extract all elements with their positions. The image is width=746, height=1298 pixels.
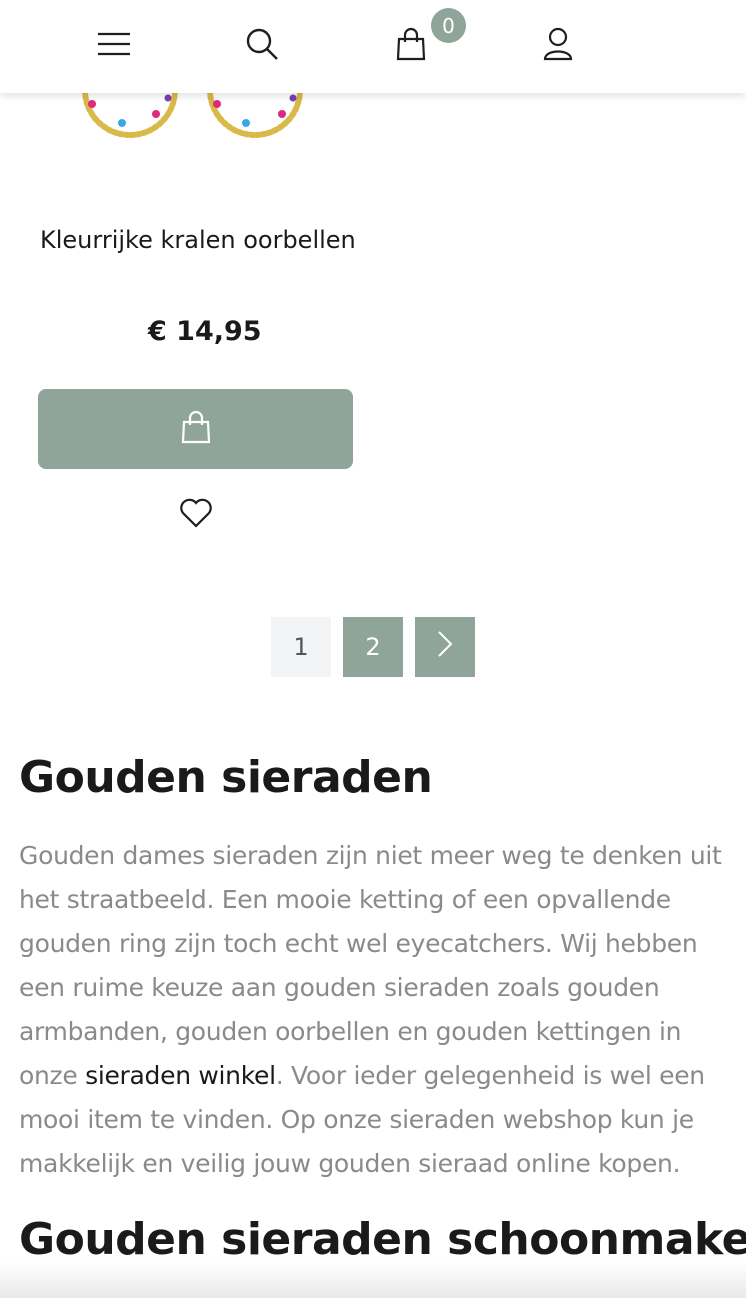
shopping-bag-icon bbox=[180, 410, 212, 448]
sieraden-winkel-link[interactable]: sieraden winkel bbox=[85, 1061, 276, 1090]
cart-count-badge: 0 bbox=[431, 8, 466, 43]
shopping-bag-icon[interactable] bbox=[389, 22, 433, 66]
intro-paragraph: Gouden dames sieraden zijn niet meer weg… bbox=[19, 834, 734, 1186]
pagination: 1 2 bbox=[271, 617, 475, 677]
heart-icon bbox=[179, 498, 213, 532]
hamburger-menu-icon[interactable] bbox=[92, 22, 136, 66]
product-title[interactable]: Kleurrijke kralen oorbellen bbox=[40, 226, 356, 254]
product-price: € 14,95 bbox=[148, 316, 262, 347]
add-to-cart-button[interactable] bbox=[38, 389, 353, 469]
user-icon[interactable] bbox=[536, 22, 580, 66]
paragraph-text: Gouden dames sieraden zijn niet meer weg… bbox=[19, 841, 722, 1090]
top-navigation-bar: 0 bbox=[0, 0, 746, 93]
next-page-button[interactable] bbox=[415, 617, 475, 677]
search-icon[interactable] bbox=[240, 22, 284, 66]
section-heading-gouden-sieraden: Gouden sieraden bbox=[19, 752, 433, 803]
bottom-fade bbox=[0, 1262, 746, 1298]
chevron-right-icon bbox=[437, 630, 453, 664]
page-2-button[interactable]: 2 bbox=[343, 617, 403, 677]
page-1-button[interactable]: 1 bbox=[271, 617, 331, 677]
wishlist-button[interactable] bbox=[177, 497, 215, 533]
section-heading-schoonmaken: Gouden sieraden schoonmaken bbox=[19, 1214, 746, 1265]
